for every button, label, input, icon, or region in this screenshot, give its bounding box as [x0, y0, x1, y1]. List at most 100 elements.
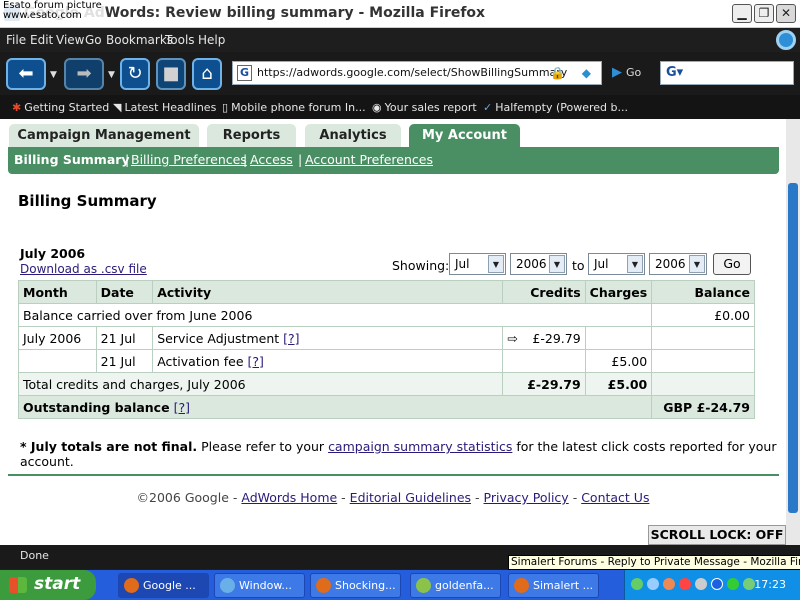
- bookmark-mobile-phone-forum[interactable]: ▯ Mobile phone forum In...: [222, 101, 366, 114]
- globe-icon: ◉: [372, 101, 382, 114]
- subnav-billing-preferences[interactable]: Billing Preferences: [131, 152, 247, 167]
- bookmark-latest-headlines[interactable]: ◥ Latest Headlines: [113, 101, 216, 114]
- help-link[interactable]: [?]: [283, 331, 299, 346]
- help-link[interactable]: [?]: [248, 354, 264, 369]
- go-arrow-icon: ▶: [612, 65, 622, 80]
- tab-reports[interactable]: Reports: [207, 124, 296, 147]
- to-year-value: 2006: [655, 257, 686, 271]
- total-credits: £-29.79: [502, 372, 586, 396]
- menu-bar: File Edit View Go Bookmarks Tools Help: [0, 28, 800, 52]
- chevron-down-icon[interactable]: ▼: [549, 255, 565, 273]
- scroll-lock-indicator: SCROLL LOCK: OFF: [648, 525, 786, 545]
- forward-arrow-icon: ➡: [76, 63, 92, 84]
- table-row: July 2006 21 Jul Service Adjustment [?] …: [18, 326, 755, 350]
- forward-dropdown-icon[interactable]: ▼: [108, 70, 115, 80]
- scrollbar-thumb[interactable]: [788, 183, 798, 513]
- row-date: 21 Jul: [95, 326, 154, 350]
- minimize-icon[interactable]: ▁: [732, 4, 752, 23]
- forward-button[interactable]: ➡: [64, 58, 104, 90]
- to-year-select[interactable]: 2006 ▼: [649, 253, 707, 275]
- bookmark-halfempty[interactable]: ✓ Halfempty (Powered b...: [483, 101, 628, 114]
- task-label: goldenfa...: [435, 579, 494, 592]
- restore-icon[interactable]: ❐: [754, 4, 774, 23]
- from-month-select[interactable]: Jul ▼: [449, 253, 506, 275]
- network-icon[interactable]: [647, 578, 659, 590]
- carried-over-balance: £0.00: [651, 303, 755, 327]
- go-button[interactable]: Go: [713, 253, 751, 275]
- url-go-button[interactable]: ▶ Go: [612, 65, 641, 80]
- table-header-row: Month Date Activity Credits Charges Bala…: [18, 280, 755, 304]
- menu-tools[interactable]: Tools: [165, 33, 195, 47]
- copyright: ©2006 Google: [136, 490, 229, 505]
- task-simalert[interactable]: Simalert ...: [508, 573, 599, 598]
- antivirus-icon[interactable]: [743, 578, 755, 590]
- firefox-tray-icon[interactable]: [663, 578, 675, 590]
- media-icon[interactable]: [679, 578, 691, 590]
- row-date: 21 Jul: [95, 349, 154, 373]
- volume-icon[interactable]: [695, 578, 707, 590]
- header-activity: Activity: [152, 280, 504, 304]
- chevron-down-icon[interactable]: ▼: [627, 255, 643, 273]
- google-search-icon[interactable]: G▾: [666, 65, 683, 80]
- row-credits: [502, 349, 586, 373]
- header-balance: Balance: [651, 280, 755, 304]
- menu-help[interactable]: Help: [198, 33, 225, 47]
- task-goldenfa[interactable]: goldenfa...: [410, 573, 501, 598]
- note-text: Please refer to your: [201, 439, 325, 454]
- task-windows[interactable]: Window...: [214, 573, 305, 598]
- start-button[interactable]: start: [0, 570, 96, 600]
- download-csv-link[interactable]: Download as .csv file: [20, 262, 147, 276]
- stop-button[interactable]: ■: [156, 58, 186, 90]
- subnav-account-preferences[interactable]: Account Preferences: [305, 152, 433, 167]
- tab-campaign-management[interactable]: Campaign Management: [9, 124, 199, 147]
- to-label: to: [572, 258, 585, 273]
- vertical-scrollbar[interactable]: [786, 119, 800, 545]
- back-dropdown-icon[interactable]: ▼: [50, 70, 57, 80]
- search-input[interactable]: G▾: [660, 61, 794, 85]
- task-label: Google ...: [143, 579, 196, 592]
- chevron-down-icon[interactable]: ▼: [689, 255, 705, 273]
- bookmark-sales-report[interactable]: ◉ Your sales report: [372, 101, 477, 114]
- home-button[interactable]: ⌂: [192, 58, 222, 90]
- footer-privacy-policy[interactable]: Privacy Policy: [484, 490, 569, 505]
- help-link[interactable]: [?]: [174, 400, 190, 415]
- footer-editorial-guidelines[interactable]: Editorial Guidelines: [350, 490, 471, 505]
- to-month-select[interactable]: Jul ▼: [588, 253, 645, 275]
- task-label: Shocking...: [335, 579, 396, 592]
- footer-contact-us[interactable]: Contact Us: [581, 490, 649, 505]
- header-month: Month: [18, 280, 97, 304]
- messenger-icon[interactable]: [631, 578, 643, 590]
- from-year-select[interactable]: 2006 ▼: [510, 253, 567, 275]
- row-activity: Activation fee [?]: [152, 349, 504, 373]
- lock-icon[interactable]: 🔒: [550, 66, 565, 80]
- clock: 17:23: [754, 578, 786, 591]
- google-favicon-icon: G: [237, 65, 252, 81]
- adjustment-arrow-icon[interactable]: ⇨: [507, 331, 517, 346]
- tab-analytics[interactable]: Analytics: [305, 124, 401, 147]
- url-bar[interactable]: G https://adwords.google.com/select/Show…: [232, 61, 602, 85]
- bookmark-getting-started[interactable]: ✱ Getting Started: [12, 101, 109, 114]
- footer-adwords-home[interactable]: AdWords Home: [241, 490, 337, 505]
- menu-bookmarks[interactable]: Bookmarks: [106, 33, 173, 47]
- task-shocking[interactable]: Shocking...: [310, 573, 401, 598]
- menu-view[interactable]: View: [56, 33, 84, 47]
- task-google[interactable]: Google ...: [118, 573, 209, 598]
- bluetooth-icon[interactable]: [711, 578, 723, 590]
- menu-edit[interactable]: Edit: [30, 33, 53, 47]
- row-month: [18, 349, 97, 373]
- reload-button[interactable]: ↻: [120, 58, 150, 90]
- campaign-summary-link[interactable]: campaign summary statistics: [328, 439, 512, 454]
- menu-go[interactable]: Go: [85, 33, 102, 47]
- status-text: Done: [20, 549, 49, 562]
- url-text[interactable]: https://adwords.google.com/select/ShowBi…: [257, 66, 567, 79]
- tab-my-account[interactable]: My Account: [409, 124, 520, 147]
- close-icon[interactable]: ✕: [776, 4, 796, 23]
- back-button[interactable]: ⬅: [6, 58, 46, 90]
- menu-file[interactable]: File: [6, 33, 26, 47]
- total-row: Total credits and charges, July 2006 £-2…: [17, 372, 755, 396]
- activity-label: Service Adjustment: [157, 330, 280, 346]
- chevron-down-icon[interactable]: ▼: [488, 255, 504, 273]
- feed-icon[interactable]: ◆: [582, 66, 591, 80]
- subnav-access[interactable]: Access: [250, 152, 293, 167]
- play-icon[interactable]: [727, 578, 739, 590]
